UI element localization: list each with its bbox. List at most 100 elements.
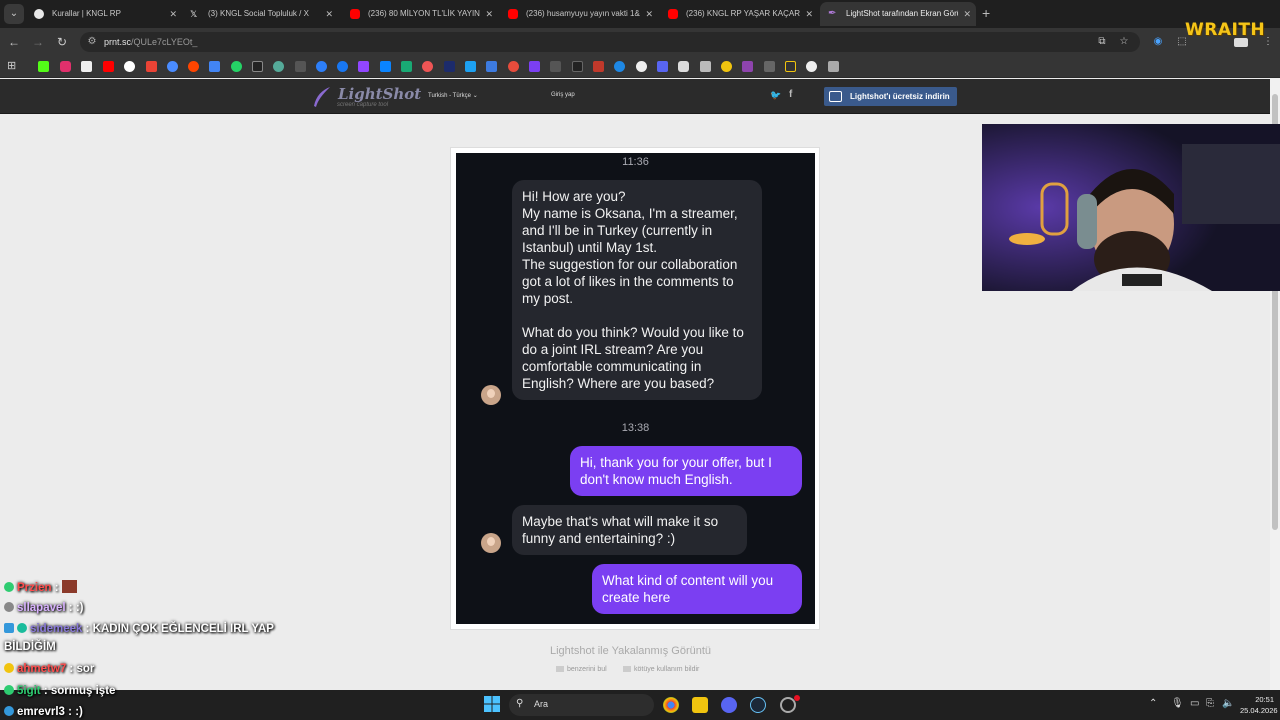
display-icon[interactable]: ▭ <box>1190 698 1199 709</box>
bookmark-icon[interactable] <box>572 61 583 72</box>
x-bookmark-icon[interactable] <box>81 61 92 72</box>
twitter-icon[interactable]: 🐦 <box>770 90 781 101</box>
tab-youtube-1[interactable]: (236) 80 MİLYON TL'LİK YAYINC ✕ <box>342 2 498 26</box>
wraith-brand-logo: WRAITH <box>1185 20 1266 40</box>
chat-username: ahmetw7 <box>17 663 67 675</box>
bookmark-icon[interactable] <box>636 61 647 72</box>
bookmark-icon[interactable] <box>614 61 625 72</box>
download-lightshot-button[interactable]: Lightshot'ı ücretsiz indirin <box>824 87 957 106</box>
bookmark-icon[interactable] <box>444 61 455 72</box>
chat-username: Przien <box>17 582 52 594</box>
extension-icon[interactable]: ◉ <box>1152 36 1164 48</box>
taskbar-clock[interactable]: 20:51 25.04.2026 <box>1240 694 1278 716</box>
bookmark-icon[interactable] <box>828 61 839 72</box>
chat-timestamp: 13:38 <box>621 422 650 434</box>
facebook-bookmark-icon[interactable] <box>337 61 348 72</box>
tab-close-icon[interactable]: ✕ <box>485 2 493 26</box>
reddit-icon[interactable] <box>188 61 199 72</box>
steam-icon[interactable] <box>750 697 766 713</box>
youtube-bookmark-icon[interactable] <box>103 61 114 72</box>
bookmark-icon[interactable] <box>721 61 732 72</box>
facebook-icon[interactable]: f <box>789 89 792 100</box>
tab-search-button[interactable]: ⌄ <box>4 4 24 24</box>
screenshot-image[interactable]: 11:36 Hi! How are you? My name is Oksana… <box>456 153 815 624</box>
bookmark-icon[interactable] <box>295 61 306 72</box>
apps-grid-icon[interactable]: ⊞ <box>7 60 16 72</box>
reload-icon[interactable]: ↻ <box>54 34 70 50</box>
windows-start-icon[interactable] <box>484 696 500 712</box>
bookmark-icon[interactable] <box>273 61 284 72</box>
tab-close-icon[interactable]: ✕ <box>645 2 653 26</box>
chat-badge-icon <box>4 623 14 633</box>
bookmark-icon[interactable] <box>167 61 178 72</box>
file-explorer-icon[interactable] <box>692 697 708 713</box>
bookmark-icon[interactable] <box>252 61 263 72</box>
bookmark-icon[interactable] <box>764 61 775 72</box>
chat-text: : :) <box>68 706 83 718</box>
bookmark-icon[interactable] <box>486 61 497 72</box>
tray-chevron-icon[interactable]: ⌃ <box>1149 698 1157 709</box>
taskbar-search-box[interactable] <box>509 694 654 716</box>
gmail-icon[interactable] <box>146 61 157 72</box>
lightshot-logo[interactable]: LightShot <box>338 85 421 103</box>
download-label: Lightshot'ı ücretsiz indirin <box>850 92 950 101</box>
image-icon <box>556 666 564 673</box>
tab-lightshot[interactable]: ✒ LightShot tarafından Ekran Görü ✕ <box>820 2 976 26</box>
tab-youtube-3[interactable]: (236) KNGL RP YAŞAR KAÇAR - ✕ <box>660 2 818 26</box>
chrome-icon[interactable] <box>663 697 679 713</box>
tab-title: (3) KNGL Social Topluluk / X <box>208 9 309 18</box>
bookmark-icon[interactable] <box>380 61 391 72</box>
chat-message: sllapavel : :) <box>4 602 83 614</box>
login-link[interactable]: Giriş yap <box>551 92 575 98</box>
site-info-icon[interactable]: ⚙ <box>86 36 98 48</box>
bookmark-icon[interactable] <box>806 61 817 72</box>
bookmark-icon[interactable] <box>593 61 604 72</box>
bookmark-icon[interactable] <box>422 61 433 72</box>
volume-icon[interactable]: 🔈 <box>1222 698 1234 709</box>
tab-youtube-2[interactable]: (236) husamyuyu yayın vakti 1& ✕ <box>500 2 658 26</box>
emote-icon <box>61 580 77 593</box>
instagram-icon[interactable] <box>60 61 71 72</box>
bookmark-icon[interactable] <box>700 61 711 72</box>
bookmark-icon[interactable] <box>742 61 753 72</box>
message-text: My name is Oksana, I'm a streamer, and I… <box>522 206 738 255</box>
youtube-icon <box>350 9 360 19</box>
bookmark-icon[interactable] <box>316 61 327 72</box>
lightshot-tagline: screen capture tool <box>337 102 389 108</box>
url-text[interactable]: prnt.sc/QULe7cLYEOt_ <box>104 36 197 48</box>
translate-icon[interactable] <box>209 61 220 72</box>
language-selector[interactable]: Turkish - Türkçe ⌄ <box>428 92 478 99</box>
network-icon[interactable]: ⎘ <box>1206 698 1214 709</box>
tab-x[interactable]: 𝕏 (3) KNGL Social Topluluk / X ✕ <box>182 2 338 26</box>
whatsapp-icon[interactable] <box>231 61 242 72</box>
tab-close-icon[interactable]: ✕ <box>169 2 177 26</box>
find-similar-link[interactable]: benzerini bul <box>556 666 607 673</box>
microphone-icon[interactable]: 🎙 <box>1171 698 1184 709</box>
install-app-icon[interactable]: ⧉ <box>1096 36 1108 48</box>
tab-close-icon[interactable]: ✕ <box>963 2 971 26</box>
back-arrow-icon[interactable]: ← <box>6 34 22 50</box>
kick-icon[interactable] <box>38 61 49 72</box>
bookmark-icon[interactable] <box>465 61 476 72</box>
bookmark-icon[interactable] <box>508 61 519 72</box>
report-abuse-link[interactable]: kötüye kullanım bildir <box>623 666 699 673</box>
tab-kurallar[interactable]: Kurallar | KNGL RP ✕ <box>26 2 182 26</box>
bookmark-icon[interactable] <box>678 61 689 72</box>
tab-close-icon[interactable]: ✕ <box>325 2 333 26</box>
bookmark-icon[interactable] <box>785 61 796 72</box>
forward-arrow-icon[interactable]: → <box>30 34 46 50</box>
chat-message-continued: BİLDİĞİM <box>4 641 56 653</box>
bookmark-star-icon[interactable]: ☆ <box>1118 36 1130 48</box>
discord-icon[interactable] <box>721 697 737 713</box>
bookmark-icon[interactable] <box>529 61 540 72</box>
google-icon[interactable] <box>124 61 135 72</box>
twitch-icon[interactable] <box>358 61 369 72</box>
chat-text: : :) <box>68 602 84 614</box>
bookmark-icon[interactable] <box>401 61 412 72</box>
new-tab-button[interactable]: + <box>982 4 996 22</box>
bookmark-icon[interactable] <box>550 61 561 72</box>
tab-close-icon[interactable]: ✕ <box>805 2 813 26</box>
address-bar[interactable] <box>80 32 1140 52</box>
bookmark-icon[interactable] <box>657 61 668 72</box>
lightshot-feather-icon <box>314 87 330 107</box>
